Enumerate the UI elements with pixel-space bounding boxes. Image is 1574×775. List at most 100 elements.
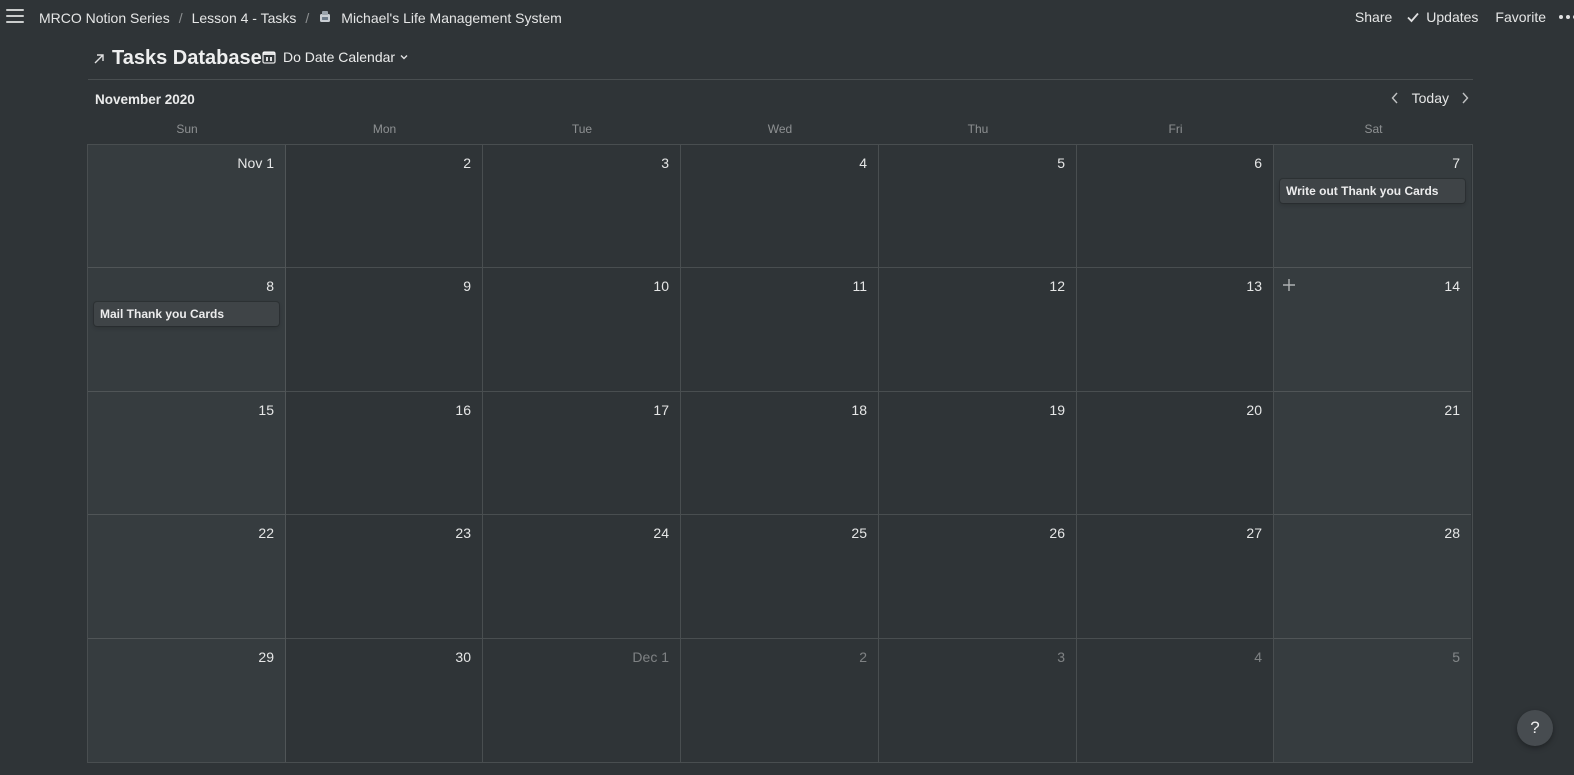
view-selector[interactable]: Do Date Calendar bbox=[262, 49, 409, 65]
calendar-day-cell[interactable]: 6 bbox=[1077, 145, 1274, 269]
calendar-day-cell[interactable]: 15 bbox=[88, 391, 286, 516]
day-number: 4 bbox=[1254, 648, 1262, 665]
day-number: 26 bbox=[1049, 525, 1065, 542]
breadcrumb-separator: / bbox=[178, 9, 183, 26]
calendar-day-cell[interactable]: 27 bbox=[1077, 515, 1274, 639]
breadcrumb: MRCO Notion Series / Lesson 4 - Tasks / … bbox=[39, 9, 562, 27]
share-button[interactable]: Share bbox=[1355, 9, 1392, 25]
day-number: 13 bbox=[1246, 278, 1262, 295]
day-number: 23 bbox=[455, 525, 471, 542]
calendar-day-cell[interactable]: 14 bbox=[1274, 268, 1471, 392]
more-options-icon[interactable] bbox=[1558, 14, 1574, 20]
calendar-day-cell[interactable]: 13 bbox=[1077, 268, 1274, 392]
calendar-day-cell[interactable]: 9 bbox=[286, 268, 483, 392]
calendar-day-cell[interactable]: 28 bbox=[1274, 515, 1471, 639]
breadcrumb-separator: / bbox=[305, 9, 310, 26]
calendar-day-cell[interactable]: 24 bbox=[483, 515, 681, 639]
favorite-button[interactable]: Favorite bbox=[1495, 9, 1546, 25]
day-number: 5 bbox=[1057, 155, 1065, 171]
weekday-label: Mon bbox=[372, 122, 397, 136]
calendar-grid: Nov 1 2 3 4 5 6 7 Write out Thank you Cards 8 Mai… bbox=[87, 144, 1473, 763]
day-number: 5 bbox=[1452, 648, 1460, 665]
day-number: 25 bbox=[851, 525, 867, 542]
calendar-day-cell[interactable]: 2 bbox=[286, 145, 483, 269]
day-number: 22 bbox=[258, 525, 274, 542]
hamburger-menu-icon[interactable] bbox=[6, 9, 24, 25]
previous-month-icon[interactable] bbox=[1390, 91, 1400, 105]
page-emoji-icon bbox=[320, 11, 331, 22]
calendar-day-cell[interactable]: 18 bbox=[681, 391, 879, 516]
day-number: 18 bbox=[851, 401, 867, 418]
calendar-day-cell[interactable]: 20 bbox=[1077, 391, 1274, 516]
day-number: Dec 1 bbox=[632, 648, 669, 665]
calendar-day-cell[interactable]: 29 bbox=[88, 638, 286, 762]
day-number: 20 bbox=[1246, 401, 1262, 418]
weekday-header: Sun Mon Tue Wed Thu Fri Sat bbox=[88, 122, 1473, 136]
day-number: 3 bbox=[1057, 648, 1065, 665]
today-button[interactable]: Today bbox=[1412, 90, 1449, 106]
calendar-day-cell[interactable]: 23 bbox=[286, 515, 483, 639]
database-title: Tasks Database bbox=[112, 47, 262, 69]
calendar-day-cell[interactable]: 17 bbox=[483, 391, 681, 516]
breadcrumb-item-life-management-system[interactable]: Michael's Life Management System bbox=[318, 9, 562, 26]
calendar-day-cell[interactable]: 12 bbox=[879, 268, 1077, 392]
updates-label: Updates bbox=[1426, 9, 1479, 25]
check-icon bbox=[1407, 12, 1419, 23]
calendar-day-cell[interactable]: 4 bbox=[681, 145, 879, 269]
day-number: 9 bbox=[463, 278, 471, 295]
calendar-day-cell[interactable]: 30 bbox=[286, 638, 483, 762]
month-label: November 2020 bbox=[95, 92, 195, 107]
day-number: 12 bbox=[1049, 278, 1065, 295]
calendar-day-cell[interactable]: 8 Mail Thank you Cards bbox=[88, 268, 286, 392]
weekday-label: Sun bbox=[176, 122, 198, 136]
day-number: 2 bbox=[463, 155, 471, 171]
weekday-label: Wed bbox=[767, 122, 793, 136]
breadcrumb-item-mrco-notion-series[interactable]: MRCO Notion Series bbox=[39, 10, 170, 26]
day-number: 29 bbox=[258, 648, 274, 665]
calendar-day-cell[interactable]: 11 bbox=[681, 268, 879, 392]
calendar-day-cell[interactable]: 22 bbox=[88, 515, 286, 639]
updates-button[interactable]: Updates bbox=[1406, 9, 1478, 25]
calendar-day-cell[interactable]: 25 bbox=[681, 515, 879, 639]
day-number: 3 bbox=[661, 155, 669, 171]
day-number: 4 bbox=[859, 155, 867, 171]
breadcrumb-item-lesson-4-tasks[interactable]: Lesson 4 - Tasks bbox=[192, 10, 297, 26]
day-number: 8 bbox=[266, 278, 274, 295]
calendar-day-cell[interactable]: 19 bbox=[879, 391, 1077, 516]
breadcrumb-label: Michael's Life Management System bbox=[341, 10, 562, 26]
day-number: 19 bbox=[1049, 401, 1065, 418]
calendar-day-cell[interactable]: 10 bbox=[483, 268, 681, 392]
next-month-icon[interactable] bbox=[1460, 91, 1470, 105]
day-number: 2 bbox=[859, 648, 867, 665]
day-number: 30 bbox=[455, 648, 471, 665]
calendar-day-cell[interactable]: 4 bbox=[1077, 638, 1274, 762]
calendar-day-cell[interactable]: 3 bbox=[483, 145, 681, 269]
calendar-day-cell[interactable]: 16 bbox=[286, 391, 483, 516]
calendar-day-cell[interactable]: 3 bbox=[879, 638, 1077, 762]
day-number: 16 bbox=[455, 401, 471, 418]
day-number: 6 bbox=[1254, 155, 1262, 171]
day-number: 28 bbox=[1444, 525, 1460, 542]
add-task-plus-icon[interactable] bbox=[1282, 278, 1296, 292]
calendar-day-cell[interactable]: 5 bbox=[879, 145, 1077, 269]
open-linked-arrow-icon bbox=[94, 53, 104, 63]
calendar-day-cell[interactable]: Nov 1 bbox=[88, 145, 286, 269]
topbar: MRCO Notion Series / Lesson 4 - Tasks / … bbox=[0, 0, 1574, 34]
task-card[interactable]: Write out Thank you Cards bbox=[1280, 179, 1465, 203]
calendar-day-cell[interactable]: 2 bbox=[681, 638, 879, 762]
calendar-day-cell[interactable]: 7 Write out Thank you Cards bbox=[1274, 145, 1471, 269]
day-number: 21 bbox=[1444, 401, 1460, 418]
database-title-link[interactable]: Tasks Database bbox=[93, 47, 262, 70]
weekday-label: Tue bbox=[571, 122, 593, 136]
calendar-day-cell[interactable]: Dec 1 bbox=[483, 638, 681, 762]
calendar-day-cell[interactable]: 5 bbox=[1274, 638, 1471, 762]
chevron-down-icon bbox=[400, 55, 408, 60]
day-number: 24 bbox=[653, 525, 669, 542]
month-navigation: Today bbox=[1390, 90, 1470, 106]
task-card[interactable]: Mail Thank you Cards bbox=[94, 302, 279, 327]
day-number: 15 bbox=[258, 401, 274, 418]
calendar-day-cell[interactable]: 21 bbox=[1274, 391, 1471, 516]
help-button[interactable]: ? bbox=[1517, 710, 1553, 746]
calendar-day-cell[interactable]: 26 bbox=[879, 515, 1077, 639]
database-header: Tasks Database Do Date Calendar bbox=[88, 44, 1473, 80]
